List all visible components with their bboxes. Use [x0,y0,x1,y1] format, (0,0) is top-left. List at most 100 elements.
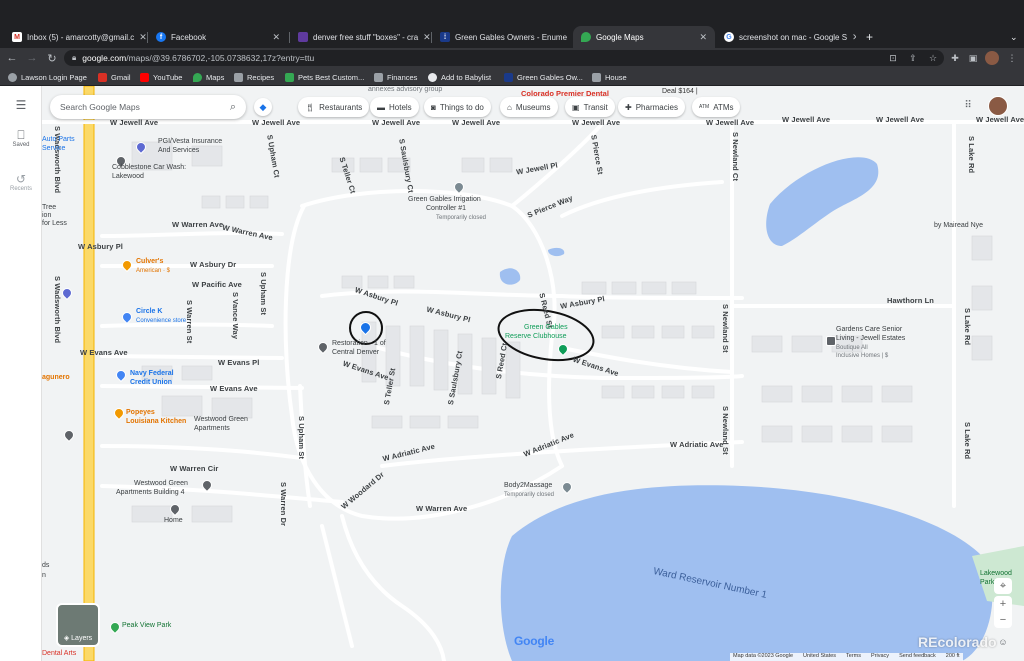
profile-avatar[interactable] [985,51,999,65]
building-icon[interactable] [826,336,836,346]
search-icon[interactable]: ⌕ [230,101,236,114]
close-icon[interactable]: ✕ [852,32,856,43]
menu-button[interactable]: ☰ [0,98,42,112]
address-bar[interactable]: 🔒︎ google.com/maps/@39.6786702,-105.0738… [64,50,944,66]
train-icon: ▣ [572,102,580,112]
gmail-icon: M [12,32,22,42]
tab-label: Facebook [171,32,207,42]
share-icon[interactable]: ⇪ [906,51,920,65]
place-label[interactable]: Green Gables [524,324,568,333]
install-icon[interactable]: ⊡ [886,51,900,65]
chip-atms[interactable]: ATM ATMs [692,97,741,117]
place-label[interactable]: Peak View Park [122,622,171,631]
zoom-out-button[interactable]: − [994,612,1012,628]
place-label[interactable]: Westwood Green [194,416,248,425]
tab-google-search[interactable]: G screenshot on mac - Google S ✕ [716,26,856,48]
privacy-link[interactable]: Privacy [871,653,889,661]
forward-button[interactable]: → [24,50,40,66]
saved-button[interactable]: ⎕ Saved [0,128,42,148]
attribution-text: Map data ©2023 Google [733,653,794,659]
place-label[interactable]: Reserve Clubhouse [505,333,566,342]
place-label[interactable]: PGI/Vesta Insurance [158,138,222,147]
place-label[interactable]: Cobblestone Car Wash: [112,164,186,173]
bookmark-maps[interactable]: Maps [193,71,224,83]
place-label[interactable]: Dental Arts [42,650,76,659]
layers-label: Layers [71,635,93,642]
map-canvas[interactable]: W Jewell Ave W Jewell Ave W Jewell Ave W… [42,86,1024,661]
tab-green-gables[interactable]: ⁞ Green Gables Owners - Enume ✕ [432,26,572,48]
star-icon[interactable]: ☆ [926,51,940,65]
place-label[interactable]: Body2Massage [504,482,552,491]
saved-label: Saved [12,142,30,148]
close-icon[interactable]: ✕ [272,32,280,43]
road-label: W Jewell Ave [452,118,501,127]
reload-button[interactable]: ↻ [44,50,60,66]
zoom-in-button[interactable]: + [994,596,1012,612]
new-tab-button[interactable]: + [858,26,878,48]
feedback-link[interactable]: Send feedback [899,653,936,661]
chip-restaurants[interactable]: 🍴︎ Restaurants [298,97,370,117]
road-label: W Adriatic Ave [670,440,724,449]
road-label: W Jewell Ave [976,115,1024,124]
bookmark-pets-best[interactable]: Pets Best Custom... [285,71,364,83]
bookmark-gmail[interactable]: Gmail [98,71,131,83]
bookmark-green-gables[interactable]: Green Gables Ow... [504,71,583,83]
bookmark-house[interactable]: House [592,71,627,83]
place-label[interactable]: Restoration - 1 of [332,340,386,349]
bookmark-babylist[interactable]: Add to Babylist [428,71,491,83]
bookmark-youtube[interactable]: YouTube [140,71,182,83]
my-location-button[interactable]: ⌖ [994,578,1012,594]
place-label[interactable]: Green Gables Irrigation [408,196,481,205]
bookmark-lawson[interactable]: Lawson Login Page [8,71,87,83]
place-label[interactable]: Navy Federal [130,370,174,379]
tab-facebook[interactable]: f Facebook ✕ [148,26,288,48]
search-input[interactable]: Search Google Maps ⌕ [50,95,246,119]
tab-label: Green Gables Owners - Enume [455,32,568,42]
place-label[interactable]: Home [164,517,183,526]
menu-icon[interactable]: ⋮ [1005,51,1019,65]
bookmark-finances[interactable]: Finances [374,71,417,83]
place-label[interactable]: Auto Parts [42,136,75,145]
tab-craigslist[interactable]: denver free stuff "boxes" - cra ✕ [290,26,430,48]
directions-icon: ◆ [259,101,267,112]
avatar[interactable] [988,96,1008,116]
chip-pharmacies[interactable]: ✚ Pharmacies [618,97,685,117]
chip-transit[interactable]: ▣ Transit [565,97,615,117]
road-label: W Warren Cir [170,464,219,473]
place-label[interactable]: Circle K [136,308,162,317]
scale-label[interactable]: 200 ft [946,653,960,661]
layers-button[interactable]: ◈ Layers [56,603,100,647]
chip-hotels[interactable]: ▬ Hotels [370,97,419,117]
road-label: W Jewell Ave [252,118,301,127]
place-label[interactable]: Popeyes [126,409,155,418]
back-button[interactable]: ← [4,50,20,66]
globe-icon [8,72,17,82]
road-label: S Lake Rd [967,136,976,174]
recents-button[interactable]: ↺ Recents [0,172,42,192]
place-label[interactable]: agunero [42,374,70,383]
place-label[interactable]: Culver's [136,258,163,267]
apps-grid-icon[interactable]: ⠿ [962,100,974,112]
close-icon[interactable]: ✕ [423,32,430,43]
tab-search-button[interactable]: ⌄ [1002,26,1022,48]
tab-google-maps[interactable]: Google Maps ✕ [573,26,715,48]
attribution-text[interactable]: United States [803,653,836,661]
road-label: S Newland St [721,406,730,455]
place-label[interactable]: Westwood Green [134,480,188,489]
bookmarks-bar: Lawson Login Page Gmail YouTube Maps Rec… [0,68,1024,86]
chip-things-to-do[interactable]: ◙ Things to do [424,97,491,117]
directions-button[interactable]: ◆ [254,98,272,116]
close-icon[interactable]: ✕ [699,32,707,43]
grid-icon [504,72,513,82]
place-label[interactable]: Gardens Care Senior [836,326,902,335]
bookmark-recipes[interactable]: Recipes [234,71,274,83]
sidepanel-icon[interactable]: ▣ [966,51,980,65]
tab-gmail[interactable]: M Inbox (5) - amarcotty@gmail.c ✕ [4,26,146,48]
maps-icon [581,32,591,42]
terms-link[interactable]: Terms [846,653,861,661]
extensions-icon[interactable]: ✚ [948,51,962,65]
pegman-icon[interactable]: ☺ [996,634,1010,650]
place-label: American · $ [136,268,171,274]
close-icon[interactable]: ✕ [139,32,146,43]
chip-museums[interactable]: ⌂ Museums [500,97,558,117]
